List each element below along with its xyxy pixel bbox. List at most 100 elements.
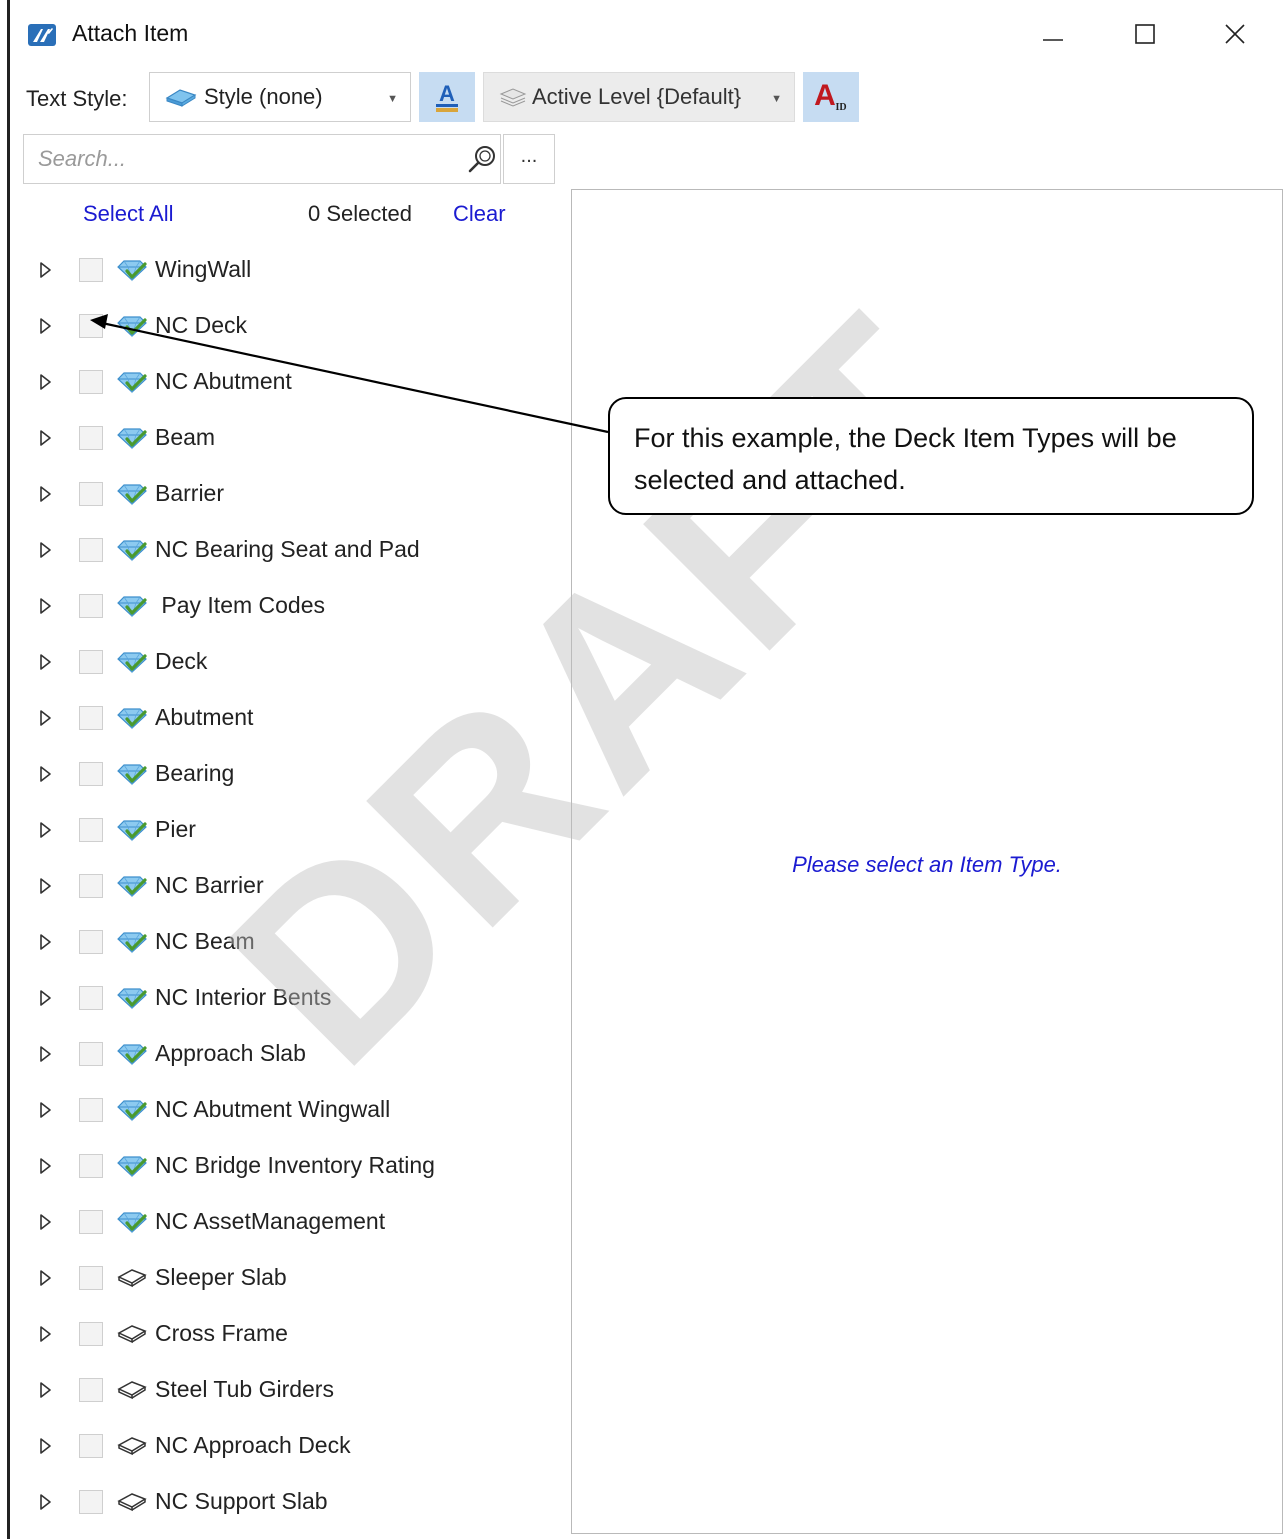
row-checkbox[interactable] bbox=[79, 1154, 103, 1178]
tree-row[interactable]: Pier bbox=[10, 802, 570, 858]
expand-triangle-icon[interactable] bbox=[38, 652, 52, 672]
expand-triangle-icon[interactable] bbox=[38, 1436, 52, 1456]
expand-triangle-icon[interactable] bbox=[38, 820, 52, 840]
close-icon bbox=[1225, 24, 1245, 44]
tree-row[interactable]: NC Support Slab bbox=[10, 1474, 570, 1530]
row-checkbox[interactable] bbox=[79, 1434, 103, 1458]
search-icon[interactable] bbox=[466, 143, 498, 175]
tree-row[interactable]: Deck bbox=[10, 634, 570, 690]
tree-row[interactable]: NC Barrier bbox=[10, 858, 570, 914]
row-checkbox[interactable] bbox=[79, 538, 103, 562]
row-checkbox[interactable] bbox=[79, 482, 103, 506]
expand-triangle-icon[interactable] bbox=[38, 1492, 52, 1512]
row-checkbox[interactable] bbox=[79, 1042, 103, 1066]
tree-row[interactable]: NC Bearing Seat and Pad bbox=[10, 522, 570, 578]
tree-row[interactable]: Barrier bbox=[10, 466, 570, 522]
row-checkbox[interactable] bbox=[79, 314, 103, 338]
window-title: Attach Item bbox=[72, 20, 189, 46]
text-color-button[interactable]: A bbox=[419, 72, 475, 122]
app-logo-icon bbox=[28, 24, 56, 46]
search-input[interactable] bbox=[38, 145, 438, 173]
tree-row[interactable]: Approach Slab bbox=[10, 1026, 570, 1082]
row-checkbox[interactable] bbox=[79, 1490, 103, 1514]
expand-triangle-icon[interactable] bbox=[38, 596, 52, 616]
level-dropdown[interactable]: Active Level {Default} ▼ bbox=[483, 72, 795, 122]
tree-row-label: NC Approach Deck bbox=[155, 1432, 351, 1458]
tree-row[interactable]: NC Abutment Wingwall bbox=[10, 1082, 570, 1138]
expand-triangle-icon[interactable] bbox=[38, 372, 52, 392]
row-checkbox[interactable] bbox=[79, 818, 103, 842]
expand-triangle-icon[interactable] bbox=[38, 1044, 52, 1064]
expand-triangle-icon[interactable] bbox=[38, 764, 52, 784]
expand-triangle-icon[interactable] bbox=[38, 484, 52, 504]
expand-triangle-icon[interactable] bbox=[38, 316, 52, 336]
expand-triangle-icon[interactable] bbox=[38, 1100, 52, 1120]
tree-row[interactable]: Bearing bbox=[10, 746, 570, 802]
tree-row[interactable]: NC Approach Deck bbox=[10, 1418, 570, 1474]
row-checkbox[interactable] bbox=[79, 874, 103, 898]
svg-text:A: A bbox=[439, 81, 455, 106]
tree-row[interactable]: Cross Frame bbox=[10, 1306, 570, 1362]
level-stack-icon bbox=[498, 86, 532, 108]
toolbar: Text Style: Style (none) ▼ A Active Leve… bbox=[10, 70, 1284, 124]
empty-details-message: Please select an Item Type. bbox=[792, 852, 1062, 877]
tree-row[interactable]: Abutment bbox=[10, 690, 570, 746]
tree-row-label: NC Abutment Wingwall bbox=[155, 1096, 391, 1122]
expand-triangle-icon[interactable] bbox=[38, 876, 52, 896]
tree-row[interactable]: NC Deck bbox=[10, 298, 570, 354]
text-id-button[interactable]: A ID bbox=[803, 72, 859, 122]
tree-row[interactable]: Pay Item Codes bbox=[10, 578, 570, 634]
maximize-button[interactable] bbox=[1122, 14, 1168, 54]
row-checkbox[interactable] bbox=[79, 1322, 103, 1346]
row-checkbox[interactable] bbox=[79, 986, 103, 1010]
expand-triangle-icon[interactable] bbox=[38, 932, 52, 952]
item-type-tree: WingWall NC Deck NC Abutment Beam Barrie… bbox=[10, 242, 570, 1530]
expand-triangle-icon[interactable] bbox=[38, 708, 52, 728]
expand-triangle-icon[interactable] bbox=[38, 1156, 52, 1176]
row-checkbox[interactable] bbox=[79, 594, 103, 618]
level-value: Active Level {Default} bbox=[532, 84, 742, 109]
row-checkbox[interactable] bbox=[79, 426, 103, 450]
tree-row[interactable]: WingWall bbox=[10, 242, 570, 298]
text-style-dropdown[interactable]: Style (none) ▼ bbox=[149, 72, 411, 122]
row-checkbox[interactable] bbox=[79, 1098, 103, 1122]
tree-row-label: Barrier bbox=[155, 480, 225, 506]
expand-triangle-icon[interactable] bbox=[38, 1268, 52, 1288]
row-checkbox[interactable] bbox=[79, 258, 103, 282]
close-button[interactable] bbox=[1212, 14, 1258, 54]
select-all-link[interactable]: Select All bbox=[83, 201, 174, 227]
expand-triangle-icon[interactable] bbox=[38, 1380, 52, 1400]
expand-triangle-icon[interactable] bbox=[38, 988, 52, 1008]
clear-link[interactable]: Clear bbox=[453, 201, 506, 227]
tree-row[interactable]: NC Interior Bents bbox=[10, 970, 570, 1026]
minimize-button[interactable] bbox=[1030, 14, 1076, 54]
tree-row[interactable]: NC Bridge Inventory Rating bbox=[10, 1138, 570, 1194]
row-checkbox[interactable] bbox=[79, 762, 103, 786]
more-options-button[interactable]: ... bbox=[503, 134, 555, 184]
row-checkbox[interactable] bbox=[79, 706, 103, 730]
tree-row[interactable]: NC AssetManagement bbox=[10, 1194, 570, 1250]
tree-row[interactable]: NC Abutment bbox=[10, 354, 570, 410]
expand-triangle-icon[interactable] bbox=[38, 1212, 52, 1232]
expand-triangle-icon[interactable] bbox=[38, 428, 52, 448]
expand-triangle-icon[interactable] bbox=[38, 1324, 52, 1344]
item-type-check-icon bbox=[116, 706, 148, 730]
tree-row-label: Pier bbox=[155, 816, 196, 842]
expand-triangle-icon[interactable] bbox=[38, 260, 52, 280]
text-style-label: Text Style: bbox=[26, 86, 128, 111]
tree-row-label: NC Barrier bbox=[155, 872, 264, 898]
row-checkbox[interactable] bbox=[79, 370, 103, 394]
expand-triangle-icon[interactable] bbox=[38, 540, 52, 560]
tree-row[interactable]: Steel Tub Girders bbox=[10, 1362, 570, 1418]
tree-row[interactable]: Beam bbox=[10, 410, 570, 466]
row-checkbox[interactable] bbox=[79, 930, 103, 954]
row-checkbox[interactable] bbox=[79, 1266, 103, 1290]
row-checkbox[interactable] bbox=[79, 1210, 103, 1234]
tree-row[interactable]: NC Beam bbox=[10, 914, 570, 970]
tree-row[interactable]: Sleeper Slab bbox=[10, 1250, 570, 1306]
maximize-icon bbox=[1135, 24, 1155, 44]
tree-row-label: NC Support Slab bbox=[155, 1488, 328, 1514]
row-checkbox[interactable] bbox=[79, 650, 103, 674]
row-checkbox[interactable] bbox=[79, 1378, 103, 1402]
annotation-callout: For this example, the Deck Item Types wi… bbox=[608, 397, 1254, 515]
